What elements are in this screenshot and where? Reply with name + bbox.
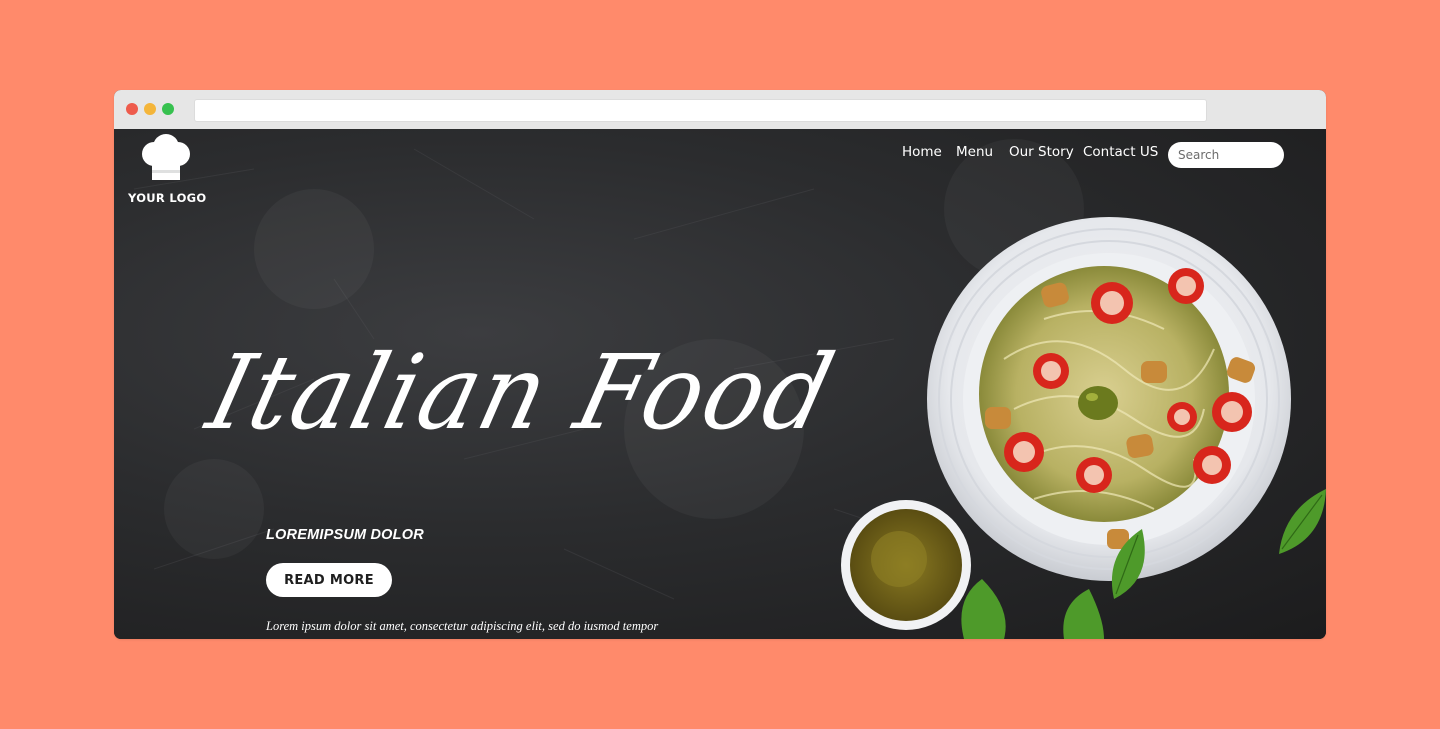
close-window-dot[interactable] <box>126 103 138 115</box>
nav-item-our-story[interactable]: Our Story <box>1009 144 1074 160</box>
nav-item-contact-us[interactable]: Contact US <box>1083 144 1158 160</box>
hero-subtitle: LOREMIPSUM DOLOR <box>266 527 424 543</box>
hero-title-text: Italian Food <box>196 333 846 454</box>
site-logo[interactable]: YOUR LOGO <box>126 134 207 205</box>
maximize-window-dot[interactable] <box>162 103 174 115</box>
minimize-window-dot[interactable] <box>144 103 156 115</box>
read-more-button[interactable]: READ MORE <box>266 563 392 597</box>
address-bar[interactable] <box>194 99 1207 122</box>
pasta-dish-image <box>841 217 1326 639</box>
hero-section: YOUR LOGO Home Menu Our Story Contact US… <box>114 129 1326 639</box>
browser-toolbar <box>114 90 1326 129</box>
logo-text: YOUR LOGO <box>128 191 207 205</box>
browser-window: YOUR LOGO Home Menu Our Story Contact US… <box>114 90 1326 639</box>
nav-item-home[interactable]: Home <box>902 144 942 160</box>
nav-item-menu[interactable]: Menu <box>956 144 993 160</box>
search-input[interactable] <box>1168 142 1284 168</box>
chef-hat-icon <box>142 134 190 180</box>
hero-title: Italian Food <box>197 304 846 474</box>
hero-description: Lorem ipsum dolor sit amet, consectetur … <box>266 619 659 633</box>
